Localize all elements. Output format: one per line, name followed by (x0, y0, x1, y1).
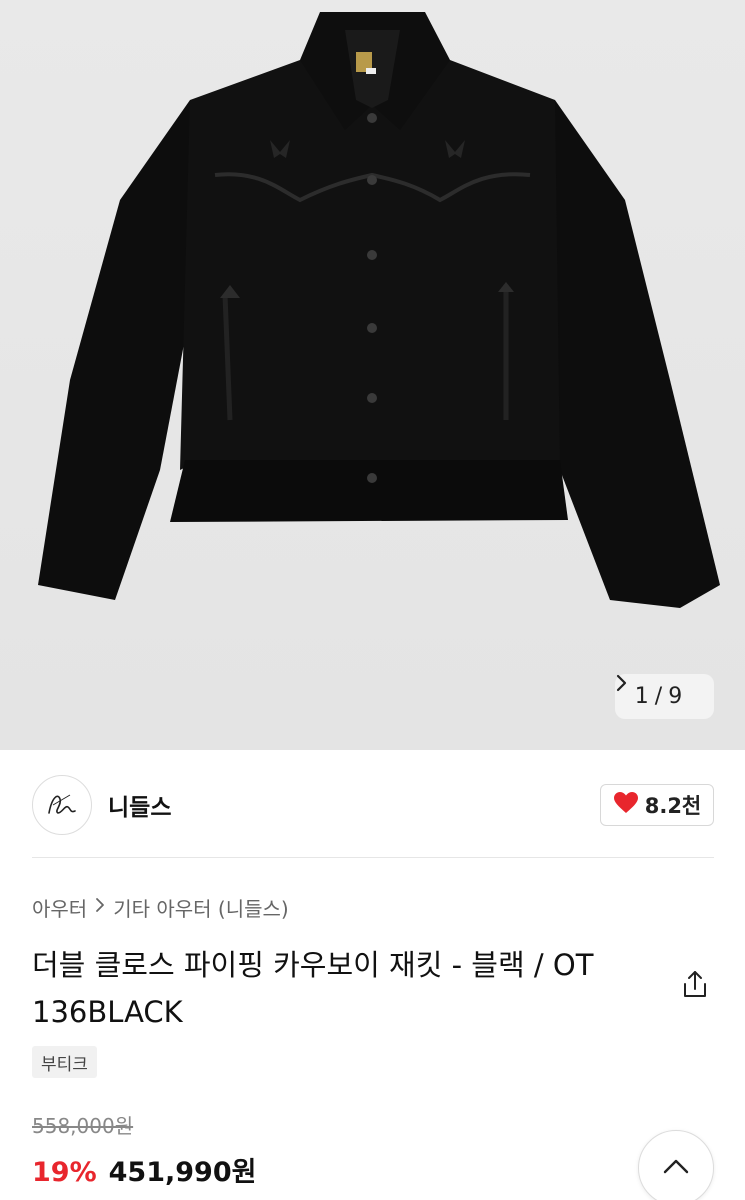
product-tag: 부티크 (32, 1046, 97, 1078)
product-title-line1: 더블 클로스 파이핑 카우보이 재킷 - 블랙 / OT (32, 948, 594, 982)
breadcrumb-category[interactable]: 아우터 (32, 893, 87, 922)
price-row: 19% 451,990원 (32, 1150, 256, 1189)
scroll-top-button[interactable] (638, 1130, 714, 1200)
brand-name[interactable]: 니들스 (108, 788, 171, 822)
like-button[interactable]: 8.2천 (600, 784, 714, 826)
divider (32, 857, 714, 858)
product-title-line2: 136BLACK (32, 995, 183, 1029)
image-counter-total: 9 (668, 684, 683, 709)
chevron-up-icon (663, 1158, 689, 1178)
jacket-image (38, 12, 720, 608)
breadcrumb: 아우터 기타 아우터 (니들스) (32, 893, 289, 922)
product-image[interactable]: 1 / 9 (0, 0, 745, 750)
product-title: 더블 클로스 파이핑 카우보이 재킷 - 블랙 / OT 136BLACK (32, 942, 652, 1036)
image-counter-separator: / (654, 684, 663, 709)
sale-price: 451,990원 (108, 1157, 257, 1188)
brand-logo-icon[interactable] (32, 775, 92, 835)
original-price: 558,000원 (32, 1114, 134, 1138)
image-counter[interactable]: 1 / 9 (615, 674, 714, 719)
brand-row[interactable]: 니들스 8.2천 (32, 775, 714, 835)
chevron-right-icon (95, 897, 105, 918)
breadcrumb-subcategory[interactable]: 기타 아우터 (니들스) (113, 893, 289, 922)
heart-icon (613, 791, 639, 820)
like-count: 8.2천 (644, 794, 702, 818)
discount-rate: 19% (32, 1157, 97, 1188)
image-counter-current: 1 (634, 684, 649, 709)
share-icon[interactable] (678, 968, 712, 1002)
